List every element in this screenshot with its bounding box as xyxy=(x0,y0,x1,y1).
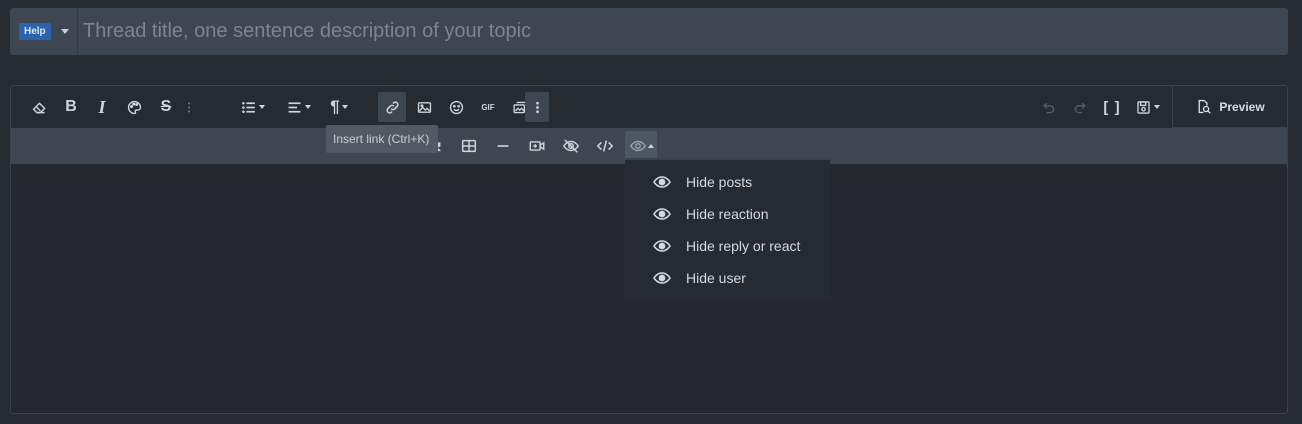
chevron-down-icon xyxy=(304,105,311,109)
thread-title-input[interactable] xyxy=(78,8,1288,55)
preview-button[interactable]: Preview xyxy=(1172,86,1287,128)
editor-toolbar-main: B I S ¶ GIF [] Preview xyxy=(11,86,1287,128)
brackets-toggle-button[interactable]: [ ] xyxy=(1098,92,1126,122)
chevron-up-icon xyxy=(647,144,654,148)
eye-off-icon[interactable] xyxy=(557,131,585,161)
list-icon[interactable] xyxy=(233,92,271,122)
eye-icon xyxy=(653,176,671,188)
menu-item-label: Hide posts xyxy=(686,174,753,190)
more-vertical-icon[interactable] xyxy=(525,92,549,122)
paragraph-label: ¶ xyxy=(330,97,340,116)
align-icon[interactable] xyxy=(279,92,317,122)
eye-icon xyxy=(653,240,671,252)
insert-video-icon[interactable] xyxy=(523,131,551,161)
bold-icon[interactable]: B xyxy=(57,92,85,122)
preview-icon xyxy=(1198,99,1212,114)
preview-label: Preview xyxy=(1219,99,1265,114)
link-icon[interactable] xyxy=(378,92,406,122)
eraser-icon[interactable] xyxy=(25,92,53,122)
hide-menu-button[interactable] xyxy=(625,131,657,161)
menu-item-label: Hide user xyxy=(686,270,746,286)
menu-item-hide-user[interactable]: Hide user xyxy=(625,262,830,294)
menu-item-hide-posts[interactable]: Hide posts xyxy=(625,166,830,198)
eye-icon xyxy=(653,208,671,220)
more-vertical-icon[interactable] xyxy=(181,92,197,122)
palette-icon[interactable] xyxy=(120,92,148,122)
image-icon[interactable] xyxy=(410,92,438,122)
prefix-selector[interactable]: Help xyxy=(10,8,78,55)
chevron-down-icon xyxy=(258,105,265,109)
paragraph-icon[interactable]: ¶ xyxy=(321,92,357,122)
chevron-down-icon xyxy=(341,105,348,109)
menu-item-hide-reply-or-react[interactable]: Hide reply or react xyxy=(625,230,830,262)
thread-title-row: Help xyxy=(10,8,1288,55)
smiley-icon[interactable] xyxy=(442,92,470,122)
undo-icon[interactable] xyxy=(1034,92,1062,122)
prefix-label: Help xyxy=(19,23,51,40)
link-tooltip: Insert link (Ctrl+K) xyxy=(326,125,438,153)
eye-icon xyxy=(629,140,646,152)
hide-dropdown-menu: Hide posts Hide reaction Hide reply or r… xyxy=(625,158,830,300)
redo-icon[interactable] xyxy=(1066,92,1094,122)
menu-item-hide-reaction[interactable]: Hide reaction xyxy=(625,198,830,230)
menu-item-label: Hide reply or react xyxy=(686,238,801,254)
menu-item-label: Hide reaction xyxy=(686,206,769,222)
italic-icon[interactable]: I xyxy=(88,92,116,122)
chevron-down-icon xyxy=(1153,105,1160,109)
horizontal-line-icon[interactable] xyxy=(489,131,517,161)
strikethrough-icon[interactable]: S xyxy=(152,92,180,122)
chevron-down-icon xyxy=(60,29,69,34)
table-icon[interactable] xyxy=(455,131,483,161)
gif-icon[interactable]: GIF xyxy=(474,92,502,122)
code-icon[interactable] xyxy=(591,131,619,161)
save-icon[interactable] xyxy=(1129,92,1165,122)
eye-icon xyxy=(653,272,671,284)
